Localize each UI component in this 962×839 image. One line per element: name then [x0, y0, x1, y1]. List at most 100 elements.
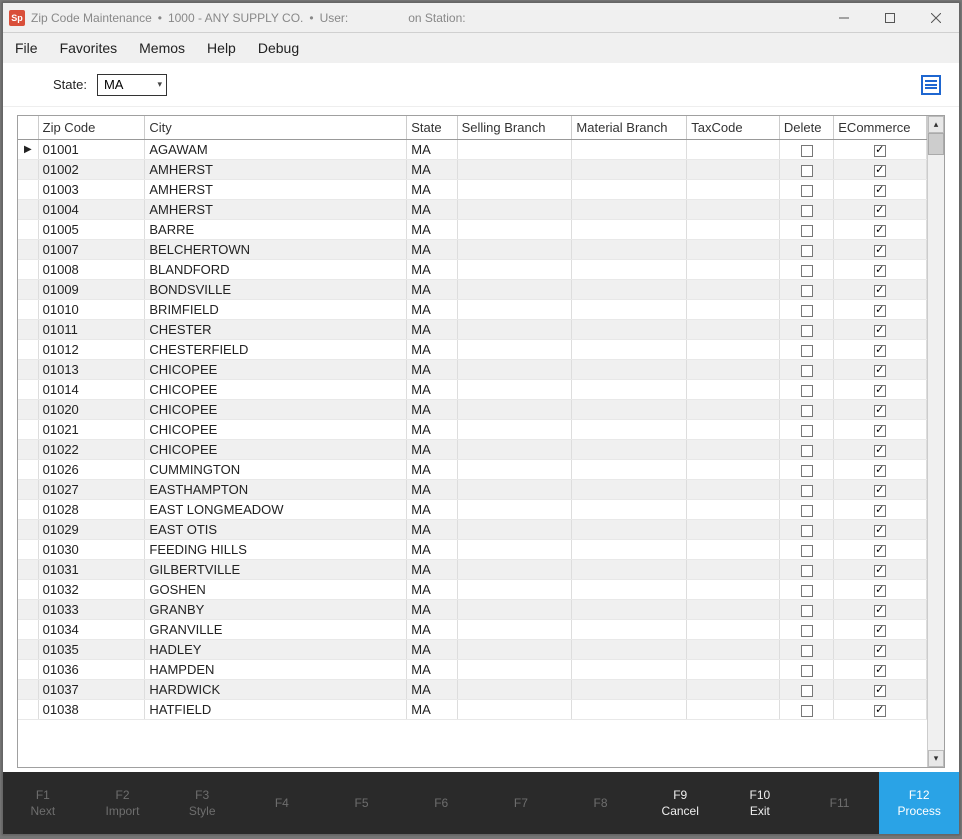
cell-taxcode[interactable]	[687, 440, 780, 460]
cell-city[interactable]: HADLEY	[145, 640, 407, 660]
delete-checkbox[interactable]	[801, 465, 813, 477]
cell-ecommerce[interactable]	[834, 440, 927, 460]
cell-city[interactable]: EAST OTIS	[145, 520, 407, 540]
cell-selling-branch[interactable]	[457, 500, 572, 520]
cell-delete[interactable]	[779, 300, 833, 320]
cell-selling-branch[interactable]	[457, 180, 572, 200]
cell-selling-branch[interactable]	[457, 620, 572, 640]
ecommerce-checkbox[interactable]	[874, 265, 886, 277]
cell-zip[interactable]: 01021	[38, 420, 145, 440]
cell-selling-branch[interactable]	[457, 480, 572, 500]
cell-delete[interactable]	[779, 260, 833, 280]
cell-state[interactable]: MA	[407, 260, 457, 280]
cell-zip[interactable]: 01012	[38, 340, 145, 360]
cell-zip[interactable]: 01036	[38, 660, 145, 680]
ecommerce-checkbox[interactable]	[874, 445, 886, 457]
cell-delete[interactable]	[779, 440, 833, 460]
col-city[interactable]: City	[145, 116, 407, 140]
cell-city[interactable]: CHICOPEE	[145, 440, 407, 460]
cell-ecommerce[interactable]	[834, 380, 927, 400]
cell-taxcode[interactable]	[687, 480, 780, 500]
cell-state[interactable]: MA	[407, 400, 457, 420]
ecommerce-checkbox[interactable]	[874, 285, 886, 297]
cell-zip[interactable]: 01020	[38, 400, 145, 420]
ecommerce-checkbox[interactable]	[874, 185, 886, 197]
ecommerce-checkbox[interactable]	[874, 385, 886, 397]
cell-ecommerce[interactable]	[834, 220, 927, 240]
delete-checkbox[interactable]	[801, 285, 813, 297]
cell-material-branch[interactable]	[572, 460, 687, 480]
ecommerce-checkbox[interactable]	[874, 605, 886, 617]
table-row[interactable]: 01026CUMMINGTONMA	[18, 460, 927, 480]
cell-taxcode[interactable]	[687, 460, 780, 480]
cell-delete[interactable]	[779, 580, 833, 600]
cell-delete[interactable]	[779, 180, 833, 200]
maximize-button[interactable]	[867, 3, 913, 32]
cell-state[interactable]: MA	[407, 440, 457, 460]
cell-delete[interactable]	[779, 220, 833, 240]
cell-material-branch[interactable]	[572, 360, 687, 380]
cell-taxcode[interactable]	[687, 420, 780, 440]
cell-zip[interactable]: 01003	[38, 180, 145, 200]
cell-ecommerce[interactable]	[834, 280, 927, 300]
cell-ecommerce[interactable]	[834, 680, 927, 700]
cell-taxcode[interactable]	[687, 540, 780, 560]
cell-material-branch[interactable]	[572, 380, 687, 400]
cell-material-branch[interactable]	[572, 240, 687, 260]
table-row[interactable]: 01014CHICOPEEMA	[18, 380, 927, 400]
cell-state[interactable]: MA	[407, 520, 457, 540]
cell-taxcode[interactable]	[687, 180, 780, 200]
cell-state[interactable]: MA	[407, 380, 457, 400]
cell-state[interactable]: MA	[407, 280, 457, 300]
cell-selling-branch[interactable]	[457, 700, 572, 720]
cell-city[interactable]: BRIMFIELD	[145, 300, 407, 320]
cell-selling-branch[interactable]	[457, 640, 572, 660]
table-row[interactable]: 01033GRANBYMA	[18, 600, 927, 620]
cell-city[interactable]: EAST LONGMEADOW	[145, 500, 407, 520]
cell-selling-branch[interactable]	[457, 200, 572, 220]
vertical-scrollbar[interactable]: ▴ ▾	[927, 116, 944, 767]
close-button[interactable]	[913, 3, 959, 32]
table-row[interactable]: 01029EAST OTISMA	[18, 520, 927, 540]
table-row[interactable]: 01038HATFIELDMA	[18, 700, 927, 720]
col-delete[interactable]: Delete	[779, 116, 833, 140]
cell-zip[interactable]: 01035	[38, 640, 145, 660]
cell-selling-branch[interactable]	[457, 280, 572, 300]
cell-delete[interactable]	[779, 360, 833, 380]
cell-city[interactable]: CHICOPEE	[145, 400, 407, 420]
table-row[interactable]: 01037HARDWICKMA	[18, 680, 927, 700]
cell-ecommerce[interactable]	[834, 180, 927, 200]
cell-state[interactable]: MA	[407, 540, 457, 560]
cell-delete[interactable]	[779, 620, 833, 640]
cell-ecommerce[interactable]	[834, 520, 927, 540]
cell-selling-branch[interactable]	[457, 520, 572, 540]
cell-state[interactable]: MA	[407, 680, 457, 700]
cell-ecommerce[interactable]	[834, 400, 927, 420]
cell-zip[interactable]: 01011	[38, 320, 145, 340]
cell-delete[interactable]	[779, 200, 833, 220]
cell-material-branch[interactable]	[572, 520, 687, 540]
table-row[interactable]: 01021CHICOPEEMA	[18, 420, 927, 440]
cell-selling-branch[interactable]	[457, 460, 572, 480]
delete-checkbox[interactable]	[801, 625, 813, 637]
ecommerce-checkbox[interactable]	[874, 665, 886, 677]
cell-state[interactable]: MA	[407, 160, 457, 180]
state-dropdown[interactable]: MA ▾	[97, 74, 167, 96]
cell-zip[interactable]: 01026	[38, 460, 145, 480]
cell-city[interactable]: BLANDFORD	[145, 260, 407, 280]
delete-checkbox[interactable]	[801, 405, 813, 417]
cell-material-branch[interactable]	[572, 140, 687, 160]
cell-selling-branch[interactable]	[457, 680, 572, 700]
cell-taxcode[interactable]	[687, 220, 780, 240]
cell-zip[interactable]: 01029	[38, 520, 145, 540]
ecommerce-checkbox[interactable]	[874, 705, 886, 717]
cell-city[interactable]: GRANBY	[145, 600, 407, 620]
cell-state[interactable]: MA	[407, 220, 457, 240]
table-row[interactable]: 01027EASTHAMPTONMA	[18, 480, 927, 500]
cell-zip[interactable]: 01013	[38, 360, 145, 380]
table-row[interactable]: 01002AMHERSTMA	[18, 160, 927, 180]
delete-checkbox[interactable]	[801, 145, 813, 157]
cell-delete[interactable]	[779, 140, 833, 160]
cell-zip[interactable]: 01027	[38, 480, 145, 500]
scroll-track[interactable]	[928, 133, 944, 750]
